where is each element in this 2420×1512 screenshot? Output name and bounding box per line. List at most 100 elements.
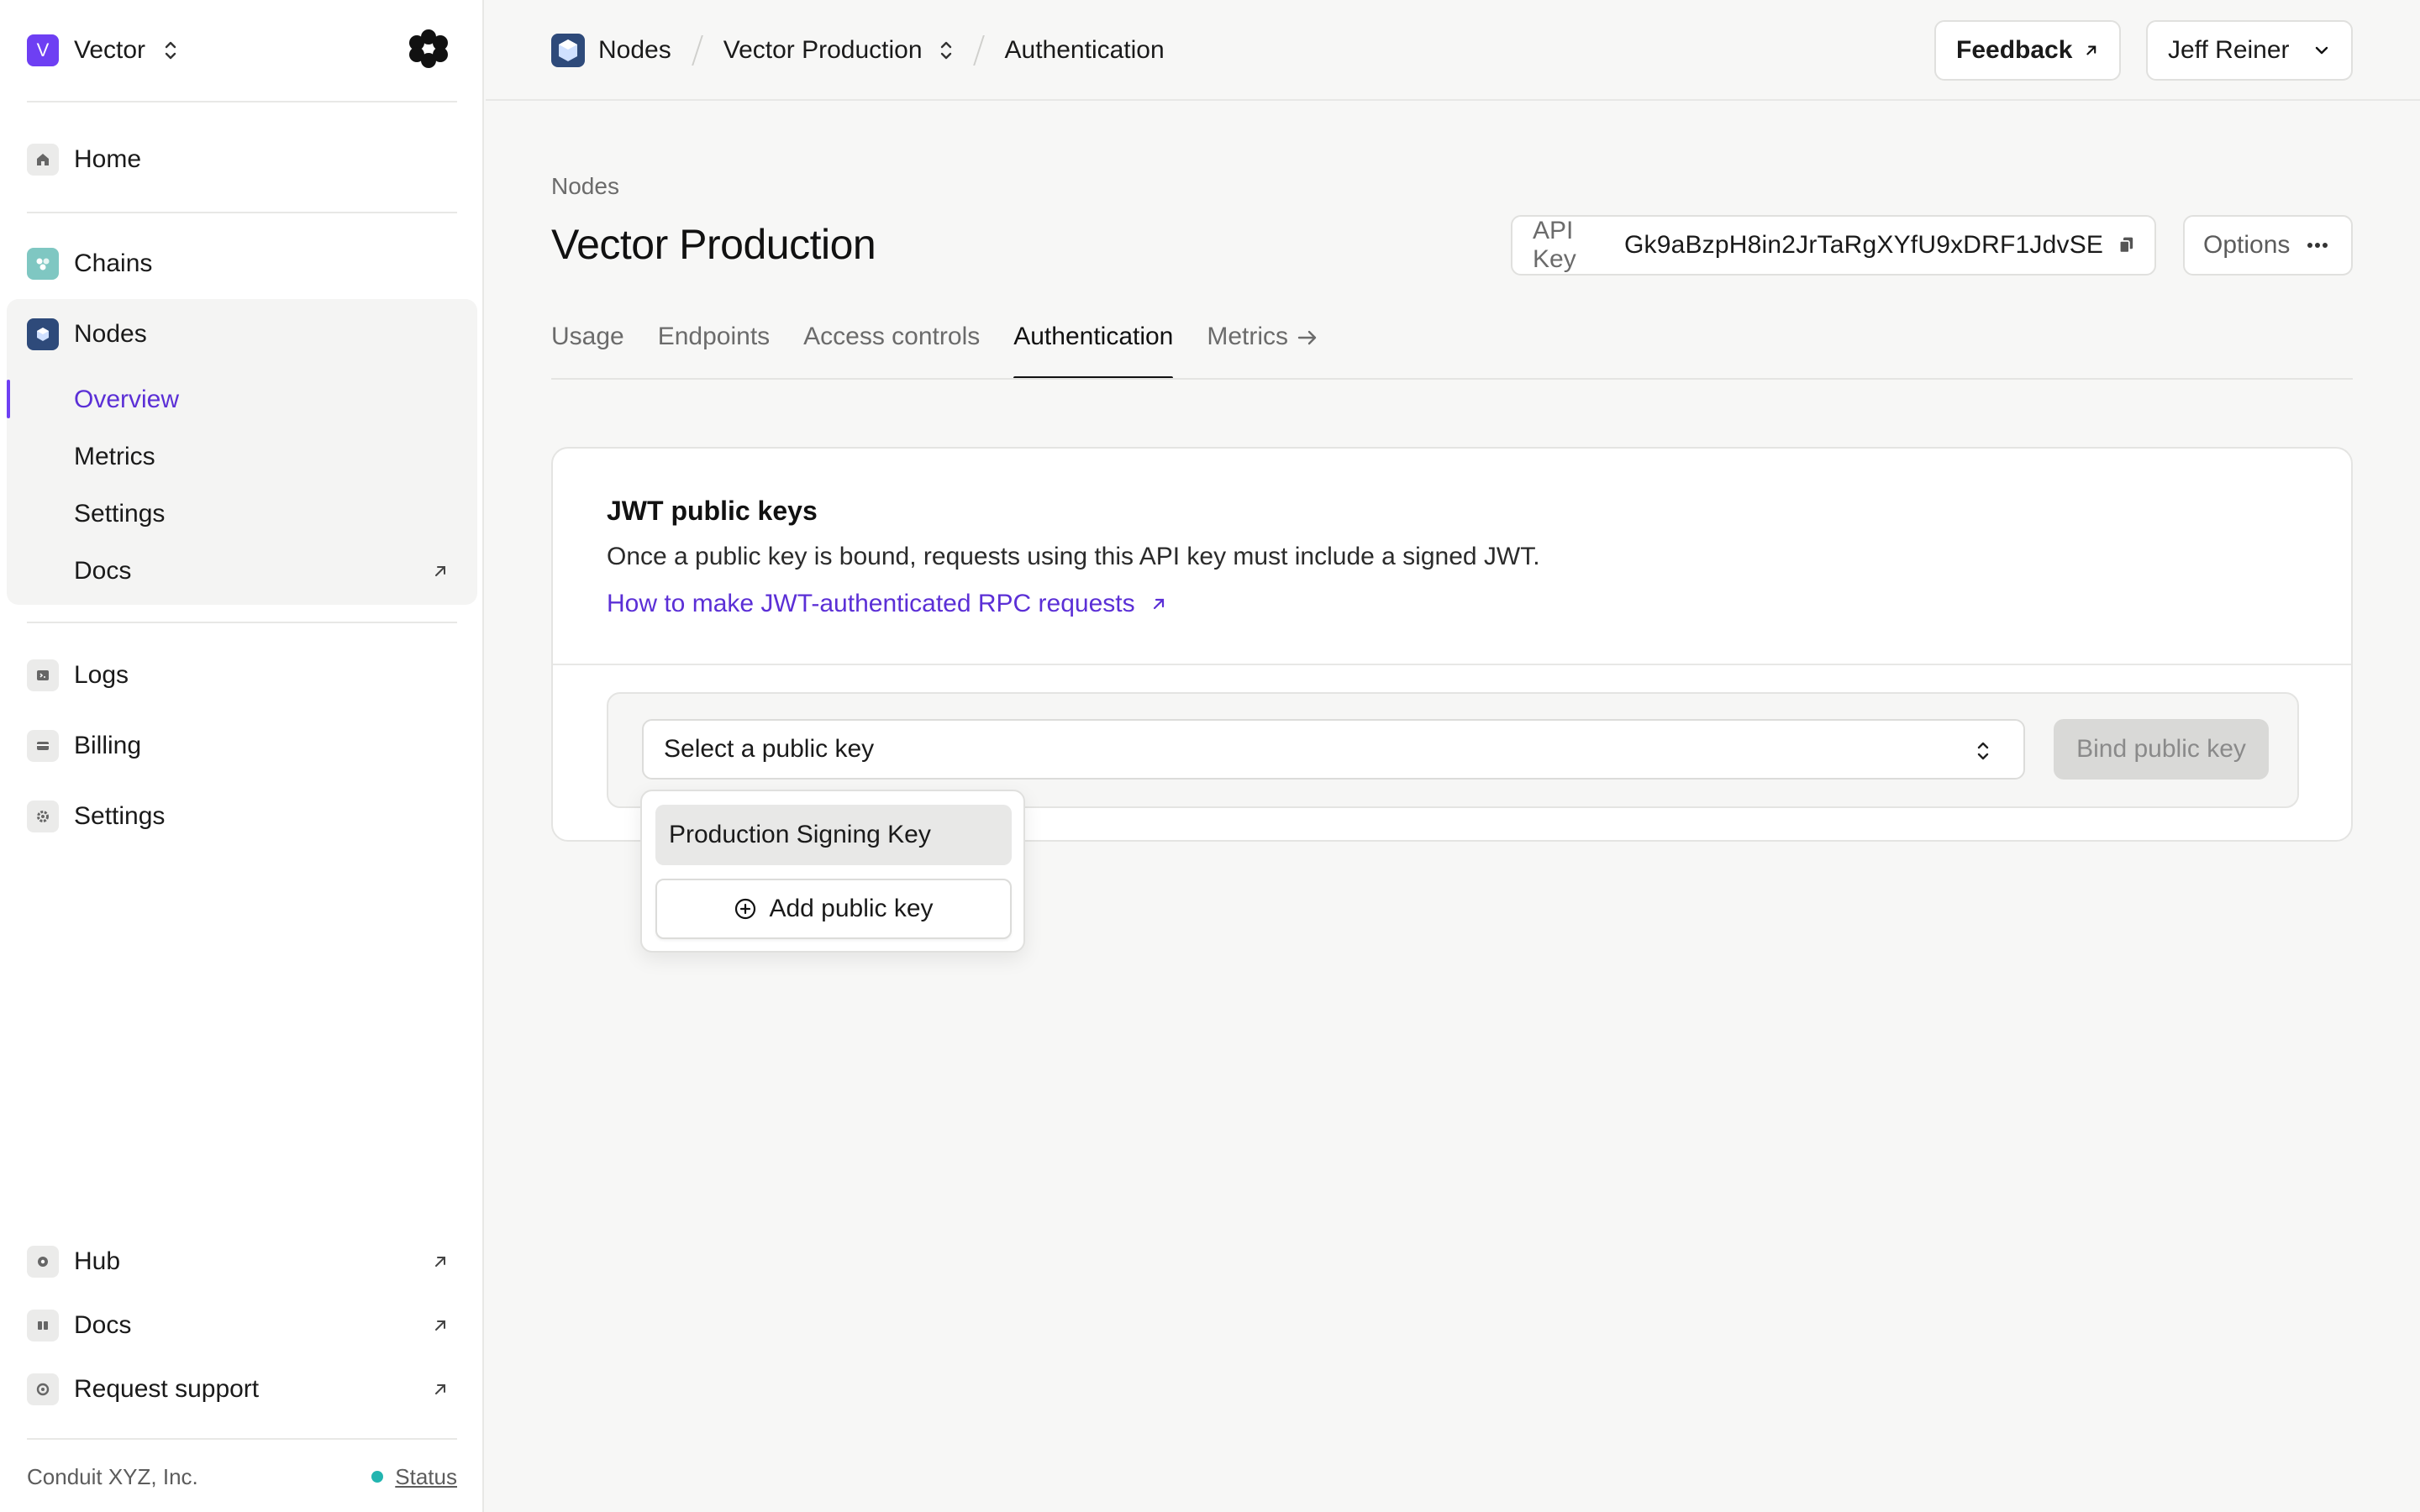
chevron-down-icon xyxy=(2315,46,2328,55)
breadcrumb-current: Authentication xyxy=(1004,36,1165,64)
status-link[interactable]: Status xyxy=(371,1464,457,1490)
external-link-icon xyxy=(435,1384,445,1394)
breadcrumb-nodes[interactable]: Nodes xyxy=(598,36,671,65)
card-description: Once a public key is bound, requests usi… xyxy=(607,543,1540,570)
tab-metrics[interactable]: Metrics xyxy=(1207,319,1318,380)
sidebar-item-label: Hub xyxy=(74,1247,121,1275)
sidebar-item-label: Logs xyxy=(74,661,129,689)
add-public-key-label: Add public key xyxy=(769,895,934,922)
chevron-up-down-icon xyxy=(1977,742,1989,760)
sidebar-item-hub[interactable]: Hub xyxy=(27,1238,457,1285)
user-name: Jeff Reiner xyxy=(2168,36,2290,64)
conduit-logo-icon xyxy=(409,29,448,68)
tab-access-controls[interactable]: Access controls xyxy=(803,319,980,380)
active-indicator xyxy=(7,380,10,418)
arrow-right-icon xyxy=(1297,330,1317,345)
api-key-field[interactable]: API Key Gk9aBzpH8in2JrTaRgXYfU9xDRF1JdvS… xyxy=(1511,215,2156,276)
sidebar-divider xyxy=(27,101,457,102)
logs-icon xyxy=(27,659,59,691)
sidebar-subitem-docs[interactable]: Docs xyxy=(74,548,457,595)
sidebar-subitem-settings[interactable]: Settings xyxy=(74,491,457,538)
credit-card-icon xyxy=(27,730,59,762)
sidebar-item-label: Docs xyxy=(74,1311,132,1339)
bind-public-key-button[interactable]: Bind public key xyxy=(2054,719,2269,780)
add-public-key-button[interactable]: Add public key xyxy=(655,879,1012,939)
breadcrumb-project[interactable]: Vector Production xyxy=(723,36,923,65)
chevron-up-down-icon[interactable] xyxy=(939,39,953,61)
sidebar-item-logs[interactable]: Logs xyxy=(27,652,457,699)
card-title: JWT public keys xyxy=(607,496,818,526)
tab-authentication[interactable]: Authentication xyxy=(1013,319,1174,380)
external-link-icon xyxy=(435,1257,445,1267)
page-kicker: Nodes xyxy=(551,173,619,199)
sidebar-item-nodes[interactable]: Nodes xyxy=(27,311,457,358)
sidebar-subitem-overview[interactable]: Overview xyxy=(74,376,457,423)
more-horizontal-icon xyxy=(2307,243,2328,248)
breadcrumb: Nodes Vector Production Authentication xyxy=(551,32,1165,69)
workspace-switcher[interactable]: V Vector xyxy=(27,34,177,67)
sidebar-subitem-metrics[interactable]: Metrics xyxy=(74,433,457,480)
sidebar-divider xyxy=(27,622,457,623)
sidebar-item-label: Chains xyxy=(74,249,153,277)
sidebar-item-settings[interactable]: Settings xyxy=(27,793,457,840)
sidebar-item-chains[interactable]: Chains xyxy=(27,240,457,287)
sidebar-divider xyxy=(27,212,457,213)
tabs-divider xyxy=(551,378,2353,380)
company-name: Conduit XYZ, Inc. xyxy=(27,1463,198,1489)
sidebar-item-support[interactable]: Request support xyxy=(27,1366,457,1413)
breadcrumb-separator xyxy=(972,35,985,66)
jwt-keys-card: JWT public keys Once a public key is bou… xyxy=(551,447,2353,842)
tab-bar: Usage Endpoints Access controls Authenti… xyxy=(551,319,1352,380)
api-key-value: Gk9aBzpH8in2JrTaRgXYfU9xDRF1JdvSE xyxy=(1623,231,2104,259)
nodes-icon xyxy=(551,34,585,67)
sidebar-item-docs[interactable]: Docs xyxy=(27,1302,457,1349)
book-icon xyxy=(27,1310,59,1341)
gear-icon xyxy=(27,801,59,832)
sidebar-item-label: Home xyxy=(74,145,142,173)
top-bar: Nodes Vector Production Authentication F… xyxy=(486,0,2420,101)
link-label: How to make JWT-authenticated RPC reques… xyxy=(607,590,1135,617)
tab-label: Metrics xyxy=(1207,323,1289,350)
sidebar-item-label: Settings xyxy=(74,802,166,830)
dropdown-option[interactable]: Production Signing Key xyxy=(655,805,1012,865)
select-value: Select a public key xyxy=(664,735,875,763)
sidebar-item-label: Docs xyxy=(74,557,132,585)
chevron-up-down-icon xyxy=(165,41,176,60)
card-divider xyxy=(553,664,2351,665)
home-icon xyxy=(27,144,59,176)
workspace-avatar: V xyxy=(27,34,59,66)
plus-circle-icon xyxy=(735,898,756,920)
breadcrumb-separator xyxy=(691,35,703,66)
user-menu-button[interactable]: Jeff Reiner xyxy=(2146,20,2353,81)
sidebar-divider xyxy=(27,1438,457,1440)
public-key-select[interactable]: Select a public key xyxy=(642,719,2025,780)
feedback-label: Feedback xyxy=(1956,36,2073,64)
external-link-icon xyxy=(2086,45,2096,55)
api-key-label: API Key xyxy=(1533,217,1576,273)
chains-icon xyxy=(27,248,59,280)
nodes-icon xyxy=(27,318,59,350)
sidebar-footer: Conduit XYZ, Inc. Status xyxy=(27,1462,457,1492)
page-title: Vector Production xyxy=(551,221,876,268)
external-link-icon xyxy=(435,566,445,576)
workspace-name: Vector xyxy=(74,36,146,64)
sidebar: V Vector Home Chains Nodes Overview Metr… xyxy=(0,0,484,1512)
sidebar-item-label: Request support xyxy=(74,1375,260,1403)
hub-icon xyxy=(27,1246,59,1278)
tab-usage[interactable]: Usage xyxy=(551,319,624,380)
lifebuoy-icon xyxy=(27,1373,59,1405)
external-link-icon xyxy=(435,1320,445,1331)
sidebar-item-label: Nodes xyxy=(74,320,147,348)
sidebar-item-billing[interactable]: Billing xyxy=(27,722,457,769)
options-button[interactable]: Options xyxy=(2183,215,2353,276)
status-dot-icon xyxy=(371,1471,384,1483)
copy-icon[interactable] xyxy=(2118,234,2134,256)
tab-endpoints[interactable]: Endpoints xyxy=(658,319,770,380)
feedback-button[interactable]: Feedback xyxy=(1934,20,2121,81)
public-key-dropdown: Production Signing Key Add public key xyxy=(640,790,1025,953)
options-label: Options xyxy=(2203,231,2291,259)
external-link-icon xyxy=(1153,598,1164,610)
sidebar-item-home[interactable]: Home xyxy=(27,136,457,183)
jwt-docs-link[interactable]: How to make JWT-authenticated RPC reques… xyxy=(607,590,1167,618)
status-label: Status xyxy=(395,1463,457,1489)
